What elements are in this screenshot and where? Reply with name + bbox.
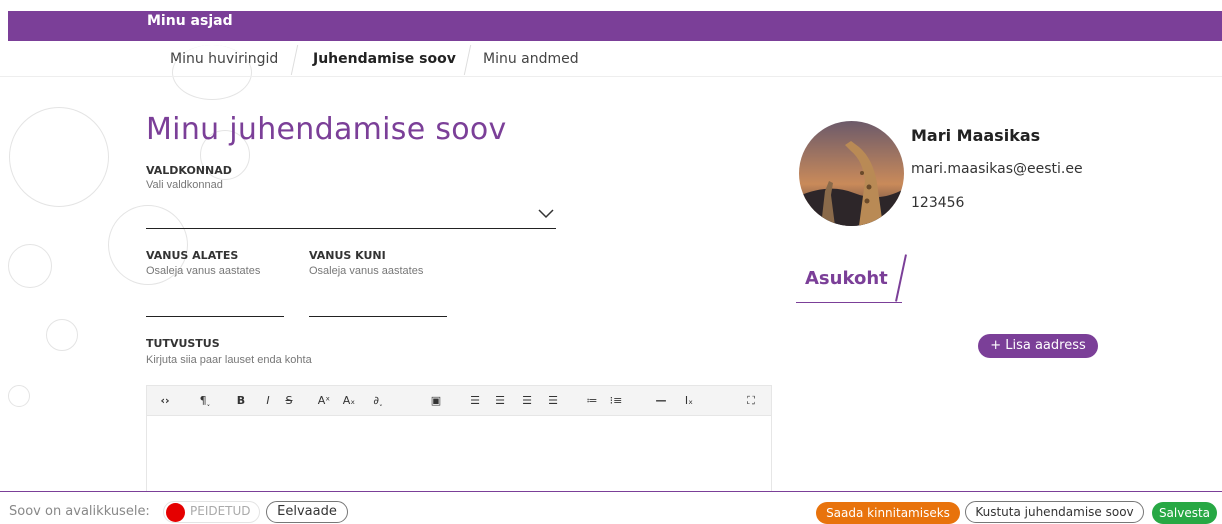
delete-request-button[interactable]: Kustuta juhendamise soov bbox=[965, 501, 1144, 523]
horizontal-rule-icon[interactable]: — bbox=[652, 392, 670, 410]
visibility-toggle-label: PEIDETUD bbox=[190, 504, 251, 518]
location-title-decoration bbox=[895, 254, 907, 302]
tab-bar: Minu huviringid Juhendamise soov Minu an… bbox=[0, 41, 1222, 77]
profile-phone: 123456 bbox=[911, 195, 965, 211]
image-icon[interactable]: ▣ bbox=[427, 392, 445, 410]
valdkonnad-underline bbox=[146, 228, 556, 229]
fullscreen-icon[interactable]: ⛶ bbox=[743, 392, 759, 410]
decorative-circle bbox=[8, 385, 30, 407]
tab-minu-andmed[interactable]: Minu andmed bbox=[483, 41, 579, 77]
send-for-approval-button[interactable]: Saada kinnitamiseks bbox=[816, 502, 960, 524]
align-left-icon[interactable]: ☰ bbox=[467, 392, 483, 410]
tab-minu-huviringid[interactable]: Minu huviringid bbox=[170, 41, 278, 77]
visibility-toggle[interactable]: PEIDETUD bbox=[163, 501, 260, 523]
tutvustus-label: TUTVUSTUS bbox=[146, 337, 220, 350]
superscript-icon[interactable]: Aˣ bbox=[315, 392, 333, 410]
location-title-underline bbox=[796, 302, 902, 303]
italic-icon[interactable]: I bbox=[260, 392, 276, 410]
bold-icon[interactable]: B bbox=[233, 392, 249, 410]
avatar bbox=[799, 121, 904, 226]
tutvustus-editor[interactable] bbox=[146, 416, 772, 492]
profile-name: Mari Maasikas bbox=[911, 126, 1041, 145]
numbered-list-icon[interactable]: ⁝≡ bbox=[608, 392, 624, 410]
valdkonnad-select[interactable] bbox=[146, 200, 556, 228]
tab-separator bbox=[290, 45, 299, 75]
top-bar: Minu asjad bbox=[8, 11, 1222, 41]
link-icon[interactable]: ∂˯ bbox=[367, 392, 389, 410]
bullet-list-icon[interactable]: ≔ bbox=[584, 392, 600, 410]
add-address-button[interactable]: + Lisa aadress bbox=[978, 334, 1098, 358]
editor-toolbar: ‹› ¶˯ B I S Aˣ Aₓ ∂˯ ▣ ☰ ☰ ☰ ☰ ≔ ⁝≡ — Iₓ… bbox=[146, 385, 772, 416]
source-code-icon[interactable]: ‹› bbox=[155, 392, 175, 410]
public-visibility-label: Soov on avalikkusele: bbox=[9, 504, 150, 519]
preview-button[interactable]: Eelvaade bbox=[266, 501, 348, 523]
valdkonnad-hint: Vali valdkonnad bbox=[146, 179, 223, 191]
location-title: Asukoht bbox=[805, 268, 888, 289]
vanus-alates-input[interactable] bbox=[146, 288, 284, 316]
decorative-circle bbox=[46, 319, 78, 351]
page-title: Minu juhendamise soov bbox=[146, 112, 507, 147]
vanus-kuni-label: VANUS KUNI bbox=[309, 249, 386, 262]
decorative-circle bbox=[8, 244, 52, 288]
strikethrough-icon[interactable]: S bbox=[281, 392, 297, 410]
app-title: Minu asjad bbox=[147, 13, 233, 29]
paragraph-icon[interactable]: ¶˯ bbox=[195, 392, 215, 410]
decorative-circle bbox=[9, 107, 109, 207]
tutvustus-hint: Kirjuta siia paar lauset enda kohta bbox=[146, 354, 312, 366]
save-button[interactable]: Salvesta bbox=[1152, 502, 1217, 524]
hidden-status-dot bbox=[166, 503, 185, 522]
profile-email: mari.maasikas@eesti.ee bbox=[911, 161, 1083, 177]
valdkonnad-label: VALDKONNAD bbox=[146, 164, 232, 177]
chevron-down-icon[interactable] bbox=[538, 206, 554, 222]
tab-separator bbox=[463, 45, 472, 75]
align-center-icon[interactable]: ☰ bbox=[492, 392, 508, 410]
vanus-alates-label: VANUS ALATES bbox=[146, 249, 239, 262]
justify-icon[interactable]: ☰ bbox=[545, 392, 561, 410]
clear-format-icon[interactable]: Iₓ bbox=[681, 392, 697, 410]
vanus-kuni-hint: Osaleja vanus aastates bbox=[309, 265, 424, 277]
align-right-icon[interactable]: ☰ bbox=[519, 392, 535, 410]
tab-juhendamise-soov[interactable]: Juhendamise soov bbox=[313, 41, 456, 77]
subscript-icon[interactable]: Aₓ bbox=[340, 392, 358, 410]
vanus-alates-hint: Osaleja vanus aastates bbox=[146, 265, 261, 277]
vanus-kuni-input[interactable] bbox=[309, 288, 447, 316]
vanus-alates-underline bbox=[146, 316, 284, 317]
vanus-kuni-underline bbox=[309, 316, 447, 317]
